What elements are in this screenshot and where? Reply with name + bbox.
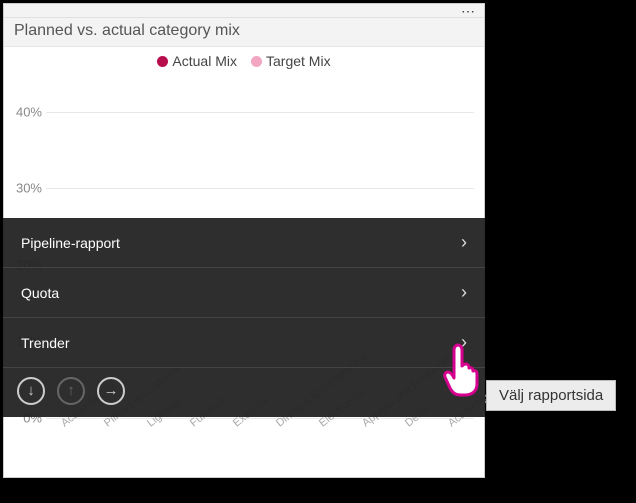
page-menu-overlay: Pipeline-rapport › Quota › Trender › ↓ ↑ → › — [3, 218, 485, 417]
arrow-right-icon: → — [104, 382, 119, 399]
menu-item-label: Pipeline-rapport — [21, 235, 120, 251]
arrow-down-icon: ↓ — [27, 382, 35, 399]
menu-item[interactable]: Quota › — [3, 268, 485, 318]
menu-item-label: Quota — [21, 285, 59, 301]
next-button[interactable]: → — [97, 377, 125, 405]
gridline — [46, 188, 474, 189]
overlay-toolbar: ↓ ↑ → › — [3, 367, 485, 417]
tooltip: Välj rapportsida — [486, 380, 616, 411]
gridline — [46, 112, 474, 113]
legend-target: Target Mix — [251, 53, 331, 69]
y-axis-label: 40% — [6, 104, 42, 119]
more-icon[interactable]: ⋯ — [461, 6, 476, 15]
y-axis-label: 30% — [6, 181, 42, 196]
x-axis-labels: Action SportsPillows & CushionsLightingF… — [46, 418, 474, 474]
menu-item-label: Trender — [21, 335, 70, 351]
drill-up-button: ↑ — [57, 377, 85, 405]
legend-label-target: Target Mix — [266, 53, 331, 69]
chevron-right-icon: › — [461, 332, 467, 353]
arrow-up-icon: ↑ — [67, 382, 75, 399]
chevron-right-icon: › — [461, 282, 467, 303]
legend-swatch-actual — [157, 56, 168, 67]
drill-down-button[interactable]: ↓ — [17, 377, 45, 405]
legend-label-actual: Actual Mix — [172, 53, 237, 69]
menu-list: Pipeline-rapport › Quota › Trender › — [3, 218, 485, 367]
legend-swatch-target — [251, 56, 262, 67]
chevron-right-icon: › — [461, 232, 467, 253]
menu-item[interactable]: Trender › — [3, 318, 485, 367]
menu-item[interactable]: Pipeline-rapport › — [3, 218, 485, 268]
card-header: ⋯ — [4, 4, 484, 18]
card-title: Planned vs. actual category mix — [4, 18, 484, 47]
chart-legend: Actual Mix Target Mix — [4, 47, 484, 73]
legend-actual: Actual Mix — [157, 53, 237, 69]
pages-chevron-icon[interactable]: › — [465, 380, 471, 401]
